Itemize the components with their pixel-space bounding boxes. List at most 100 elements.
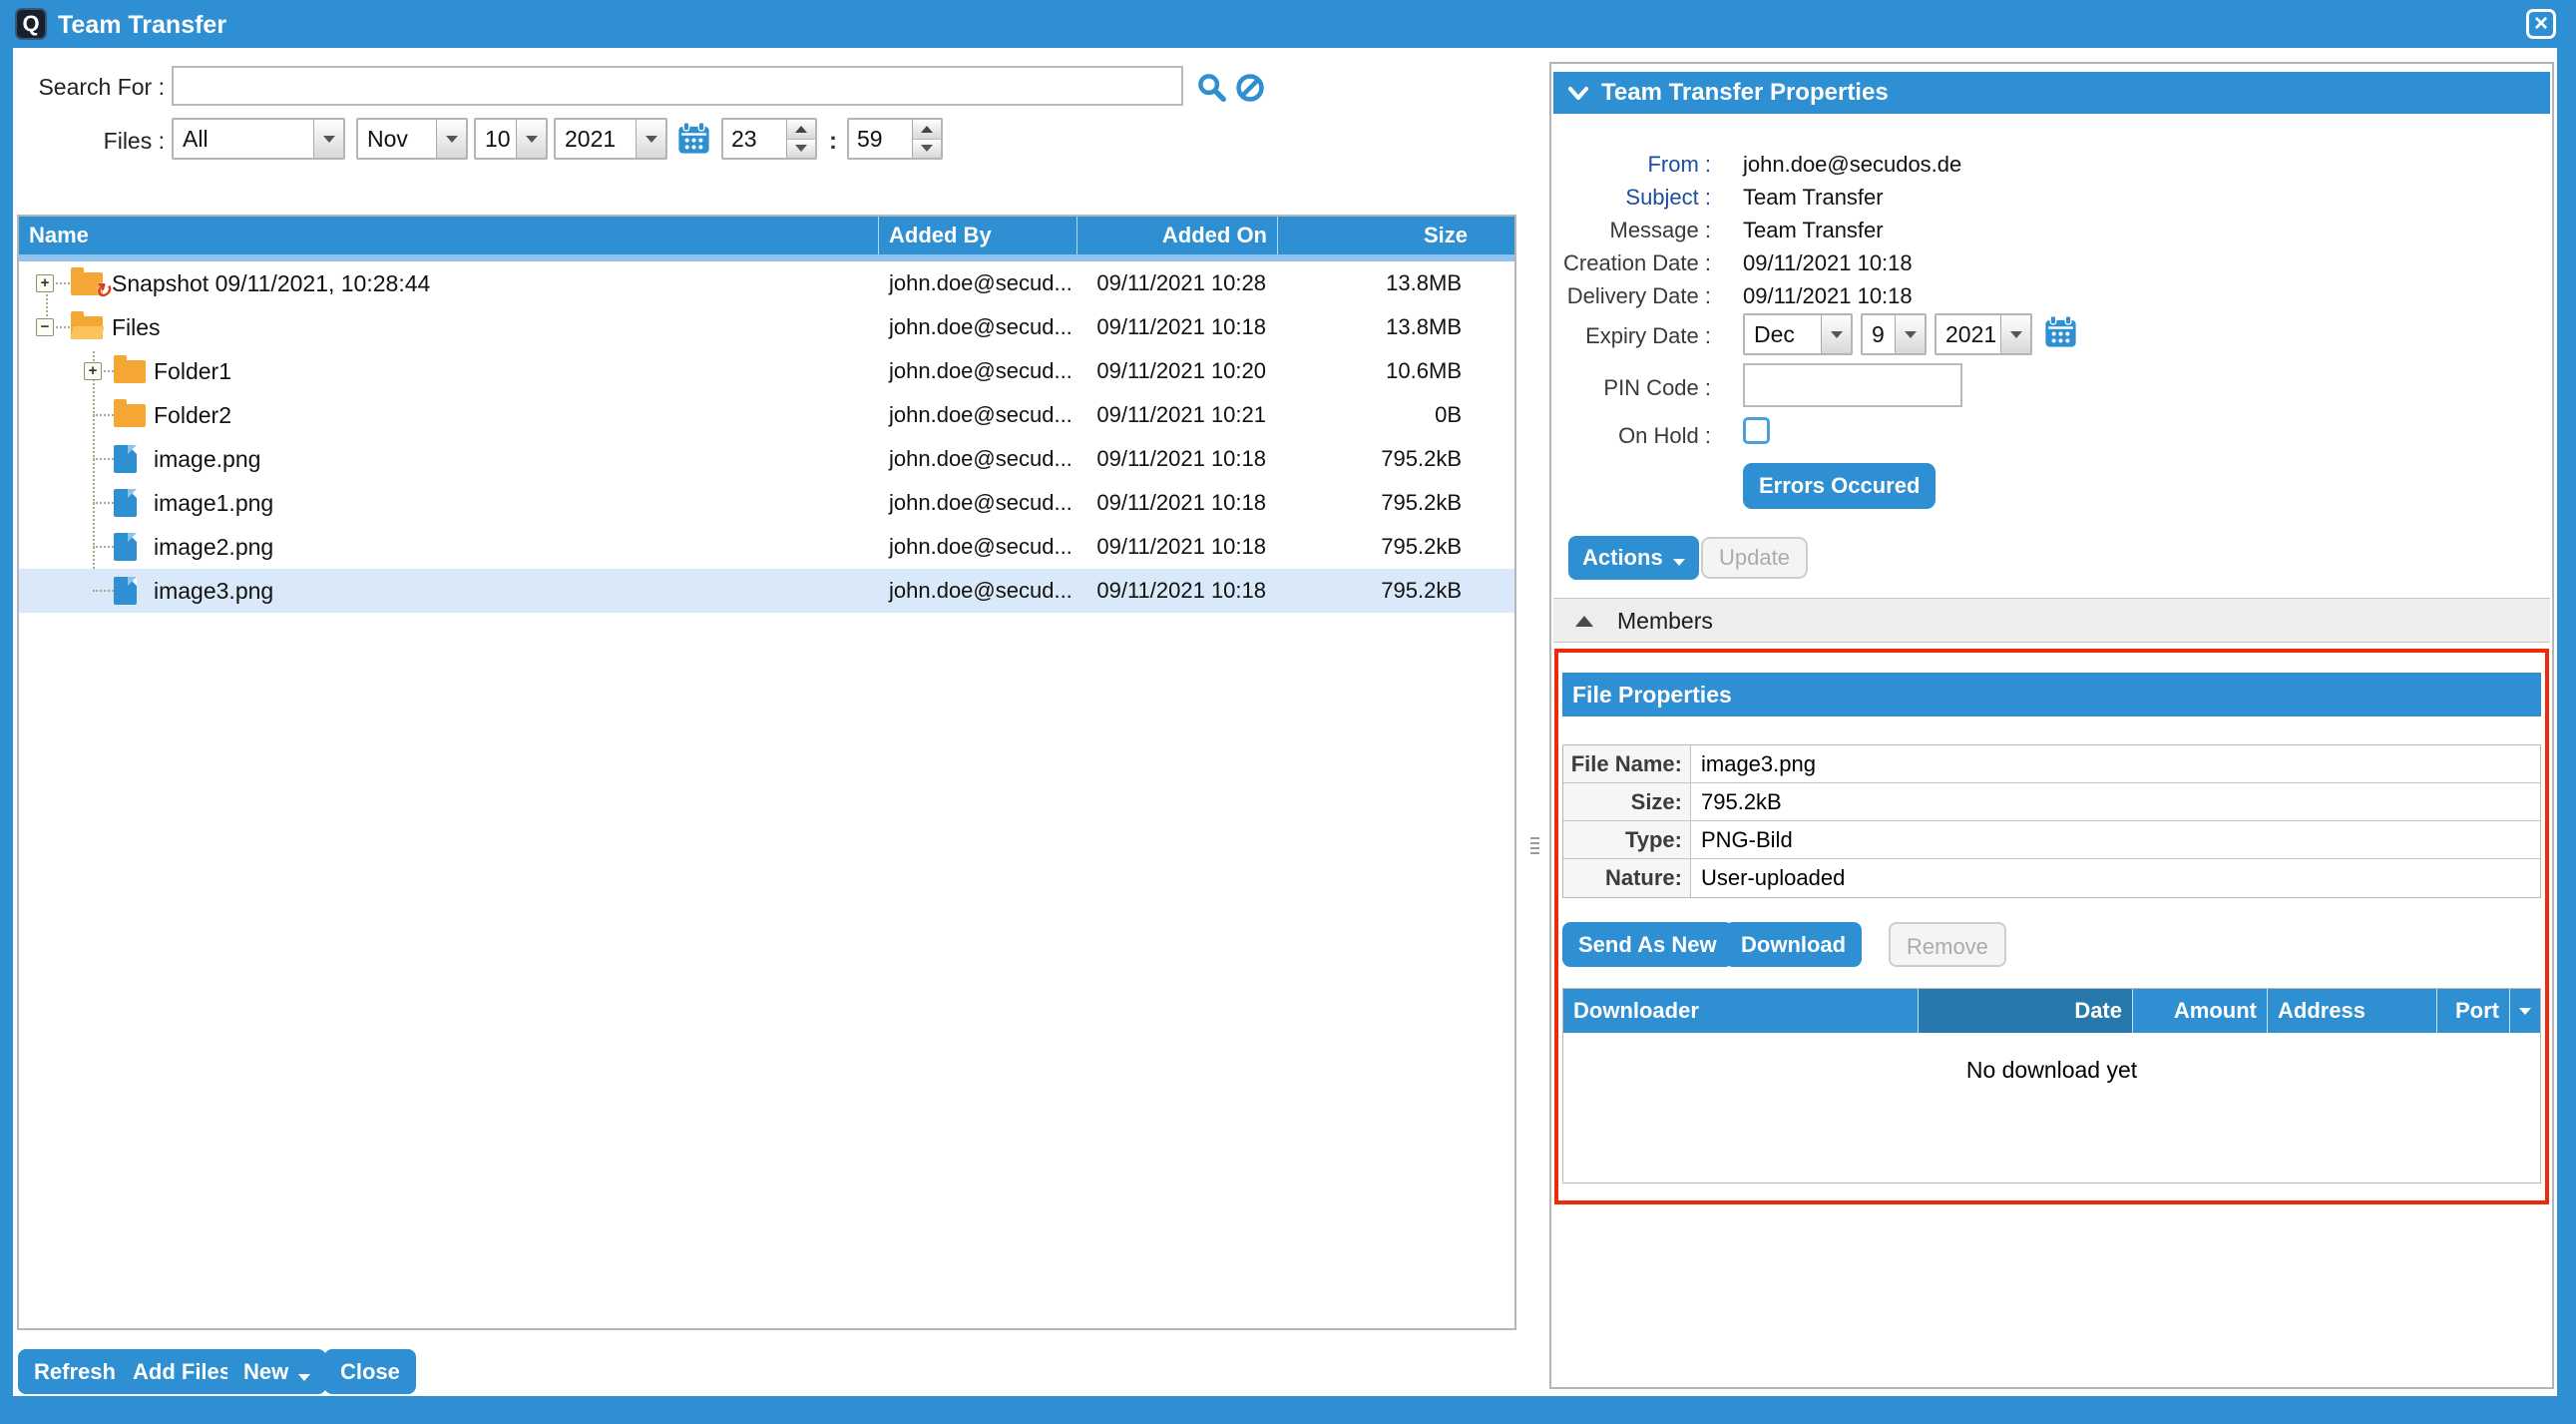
snapshot-badge-icon: ↻ bbox=[94, 278, 111, 303]
file-property-label: Nature: bbox=[1563, 859, 1691, 897]
cell-size: 13.8MB bbox=[1278, 314, 1478, 340]
table-row-snapshot-09-11-2021-10-28-44[interactable]: +↻Snapshot 09/11/2021, 10:28:44john.doe@… bbox=[19, 261, 1514, 305]
step-down-icon[interactable] bbox=[913, 140, 941, 159]
chevron-down-icon bbox=[2000, 315, 2030, 353]
panel-splitter[interactable] bbox=[1530, 834, 1539, 857]
table-row-folder1[interactable]: +Folder1john.doe@secud...09/11/2021 10:2… bbox=[19, 349, 1514, 393]
column-header-added-on[interactable]: Added On bbox=[1077, 217, 1278, 254]
expiry-month-select[interactable]: Dec bbox=[1743, 313, 1853, 355]
property-value: 09/11/2021 10:18 bbox=[1743, 250, 1913, 276]
cell-added-by: john.doe@secud... bbox=[879, 358, 1077, 384]
cell-size: 13.8MB bbox=[1278, 270, 1478, 296]
chevron-down-icon bbox=[1821, 315, 1851, 353]
downloads-column-header-date[interactable]: Date bbox=[1919, 989, 2133, 1033]
members-section-header[interactable]: Members bbox=[1553, 598, 2550, 643]
file-icon bbox=[114, 569, 148, 613]
cell-size: 795.2kB bbox=[1278, 446, 1478, 472]
property-row: From :john.doe@secudos.de bbox=[1551, 152, 2539, 180]
cell-size: 795.2kB bbox=[1278, 534, 1478, 560]
cell-added-on: 09/11/2021 10:18 bbox=[1077, 578, 1278, 604]
year-select[interactable]: 2021 bbox=[554, 118, 667, 160]
files-filter-label: Files : bbox=[13, 128, 165, 155]
chevron-down-icon bbox=[636, 120, 665, 158]
search-icon[interactable] bbox=[1196, 72, 1228, 104]
tree-node-label: Folder2 bbox=[154, 393, 231, 437]
download-button[interactable]: Download bbox=[1725, 922, 1862, 967]
refresh-button[interactable]: Refresh bbox=[18, 1349, 132, 1394]
tree-node: image.png bbox=[19, 437, 879, 481]
cell-added-by: john.doe@secud... bbox=[879, 314, 1077, 340]
calendar-icon[interactable] bbox=[2044, 315, 2077, 348]
cell-size: 0B bbox=[1278, 402, 1478, 428]
chevron-down-icon bbox=[1673, 537, 1685, 581]
tree-node-label: image2.png bbox=[154, 525, 273, 569]
month-select[interactable]: Nov bbox=[356, 118, 468, 160]
files-filter-select[interactable]: All bbox=[172, 118, 345, 160]
new-button[interactable]: New bbox=[227, 1349, 326, 1394]
column-header-added-by[interactable]: Added By bbox=[879, 217, 1077, 254]
hour-stepper[interactable]: 23 bbox=[721, 118, 817, 160]
file-property-row: Nature:User-uploaded bbox=[1563, 859, 2540, 897]
cell-added-by: john.doe@secud... bbox=[879, 578, 1077, 604]
table-row-image2-png[interactable]: image2.pngjohn.doe@secud...09/11/2021 10… bbox=[19, 525, 1514, 569]
downloads-empty-text: No download yet bbox=[1563, 1057, 2540, 1084]
chevron-up-icon bbox=[1575, 616, 1593, 627]
window-close-button[interactable]: × bbox=[2526, 9, 2556, 39]
file-tree-table: NameAdded ByAdded OnSize +↻Snapshot 09/1… bbox=[17, 215, 1516, 1330]
file-icon bbox=[114, 525, 148, 569]
window-title: Team Transfer bbox=[58, 11, 226, 40]
table-row-files[interactable]: −Filesjohn.doe@secud...09/11/2021 10:181… bbox=[19, 305, 1514, 349]
file-icon bbox=[114, 437, 148, 481]
step-up-icon[interactable] bbox=[913, 120, 941, 140]
day-select[interactable]: 10 bbox=[474, 118, 548, 160]
step-up-icon[interactable] bbox=[787, 120, 815, 140]
downloads-table-body: No download yet bbox=[1563, 1033, 2540, 1183]
window-titlebar: Q Team Transfer × bbox=[0, 0, 2576, 48]
close-button[interactable]: Close bbox=[324, 1349, 416, 1394]
cell-added-on: 09/11/2021 10:18 bbox=[1077, 446, 1278, 472]
time-colon: : bbox=[829, 128, 837, 156]
chevron-down-icon bbox=[298, 1351, 310, 1396]
pin-code-label: PIN Code : bbox=[1551, 375, 1711, 401]
downloads-column-header-port[interactable]: Port bbox=[2437, 989, 2510, 1033]
collapse-icon[interactable]: − bbox=[36, 318, 54, 336]
column-menu-icon[interactable] bbox=[2510, 989, 2540, 1033]
column-header-name[interactable]: Name bbox=[19, 217, 879, 254]
chevron-down-icon bbox=[436, 120, 466, 158]
table-row-folder2[interactable]: Folder2john.doe@secud...09/11/2021 10:21… bbox=[19, 393, 1514, 437]
step-down-icon[interactable] bbox=[787, 140, 815, 159]
minute-stepper[interactable]: 59 bbox=[847, 118, 943, 160]
downloads-column-header-downloader[interactable]: Downloader bbox=[1563, 989, 1919, 1033]
calendar-icon[interactable] bbox=[677, 122, 710, 155]
file-icon bbox=[114, 481, 148, 525]
expiry-year-select[interactable]: 2021 bbox=[1934, 313, 2032, 355]
property-row: Delivery Date :09/11/2021 10:18 bbox=[1551, 283, 2539, 311]
downloads-column-header-amount[interactable]: Amount bbox=[2133, 989, 2268, 1033]
search-input[interactable] bbox=[172, 66, 1183, 106]
errors-occured-button[interactable]: Errors Occured bbox=[1743, 463, 1935, 509]
update-button[interactable]: Update bbox=[1701, 537, 1808, 579]
table-row-image1-png[interactable]: image1.pngjohn.doe@secud...09/11/2021 10… bbox=[19, 481, 1514, 525]
table-header-row: NameAdded ByAdded OnSize bbox=[19, 217, 1514, 254]
property-value: Team Transfer bbox=[1743, 218, 1884, 243]
properties-panel-header[interactable]: Team Transfer Properties bbox=[1553, 72, 2550, 114]
cell-added-on: 09/11/2021 10:18 bbox=[1077, 490, 1278, 516]
table-row-image3-png[interactable]: image3.pngjohn.doe@secud...09/11/2021 10… bbox=[19, 569, 1514, 613]
table-row-image-png[interactable]: image.pngjohn.doe@secud...09/11/2021 10:… bbox=[19, 437, 1514, 481]
expand-icon[interactable]: + bbox=[84, 362, 102, 380]
expand-icon[interactable]: + bbox=[36, 274, 54, 292]
column-header-size[interactable]: Size bbox=[1278, 217, 1478, 254]
file-properties-table: File Name:image3.pngSize:795.2kBType:PNG… bbox=[1562, 744, 2541, 898]
pin-code-input[interactable] bbox=[1743, 363, 1962, 407]
actions-button[interactable]: Actions bbox=[1568, 536, 1699, 580]
downloads-column-header-address[interactable]: Address bbox=[2268, 989, 2437, 1033]
expiry-day-select[interactable]: 9 bbox=[1861, 313, 1927, 355]
on-hold-checkbox[interactable] bbox=[1743, 417, 1770, 444]
cell-size: 795.2kB bbox=[1278, 578, 1478, 604]
folder-icon bbox=[114, 393, 148, 437]
table-body: +↻Snapshot 09/11/2021, 10:28:44john.doe@… bbox=[19, 261, 1514, 1328]
remove-button[interactable]: Remove bbox=[1889, 922, 2006, 967]
send-as-new-button[interactable]: Send As New bbox=[1562, 922, 1733, 967]
clear-search-icon[interactable] bbox=[1234, 72, 1266, 104]
downloads-table-header: DownloaderDateAmountAddressPort bbox=[1563, 989, 2540, 1033]
